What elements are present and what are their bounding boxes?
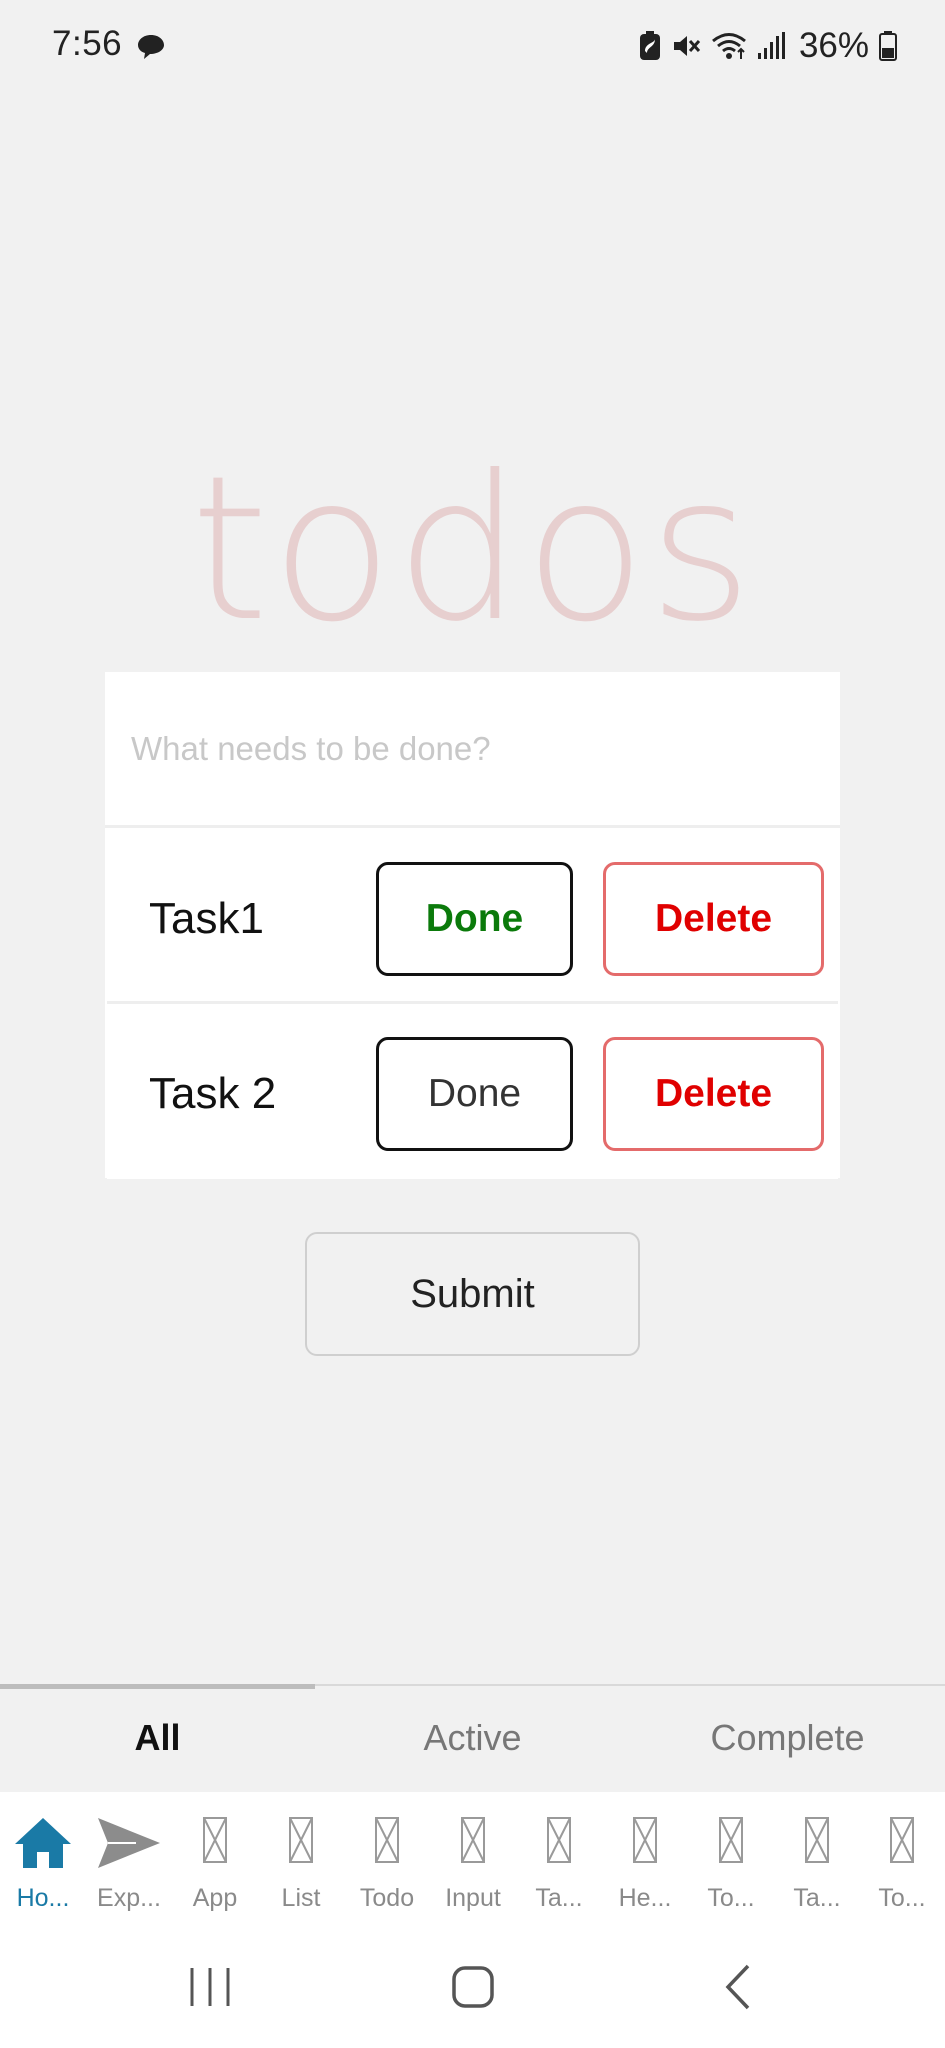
filter-tab-complete[interactable]: Complete [630,1686,945,1790]
nav-label: He... [618,1884,672,1912]
status-time: 7:56 [52,24,123,63]
missing-image-icon [460,1816,486,1869]
home-button-icon[interactable] [450,1962,496,2017]
nav-item-ta-2[interactable]: Ta... [774,1792,860,1932]
todo-label: Task 2 [149,1069,277,1118]
done-button[interactable]: Done [376,1037,573,1151]
todo-label: Task1 [149,894,264,943]
signal-icon [757,31,785,61]
nav-item-ta[interactable]: Ta... [516,1792,602,1932]
missing-image-icon [374,1816,400,1869]
missing-image-icon [288,1816,314,1869]
back-icon[interactable] [722,1962,756,2017]
filter-tab-all[interactable]: All [0,1686,315,1790]
recent-apps-icon[interactable] [188,1962,232,2017]
nav-item-home[interactable]: Ho... [0,1792,86,1932]
nav-item-to-2[interactable]: To... [859,1792,945,1932]
delete-button[interactable]: Delete [603,1037,824,1151]
nav-label: List [281,1884,321,1912]
status-bar: 7:56 36% [0,0,945,92]
home-icon [13,1816,73,1875]
status-icons: 36% [639,26,897,66]
missing-image-icon [718,1816,744,1869]
send-icon [96,1816,162,1875]
bottom-nav: Ho... Exp... App List Todo Input Ta... H… [0,1792,945,1932]
nav-label: Ta... [793,1884,841,1912]
todo-row: Task1 Done Delete [107,832,838,1004]
nav-item-list[interactable]: List [258,1792,344,1932]
filter-tab-active[interactable]: Active [315,1686,630,1790]
todo-card: Task1 Done Delete Task 2 Done Delete [105,672,840,1179]
nav-label: Ho... [16,1884,70,1912]
submit-button[interactable]: Submit [305,1232,640,1356]
battery-percent: 36% [798,26,869,65]
nav-label: To... [707,1884,755,1912]
missing-image-icon [202,1816,228,1869]
nav-item-todo[interactable]: Todo [344,1792,430,1932]
nav-label: Input [445,1884,501,1912]
nav-label: Ta... [535,1884,583,1912]
nav-label: App [192,1884,238,1912]
system-nav-bar [0,1932,945,2048]
todo-row: Task 2 Done Delete [107,1007,838,1179]
missing-image-icon [804,1816,830,1869]
nav-item-to[interactable]: To... [688,1792,774,1932]
missing-image-icon [546,1816,572,1869]
battery-icon [879,31,897,61]
done-button[interactable]: Done [376,862,573,976]
missing-image-icon [889,1816,915,1869]
wifi-icon [711,31,747,61]
nav-item-app[interactable]: App [172,1792,258,1932]
nav-label: Todo [359,1884,415,1912]
app-title: todos [190,433,755,666]
chat-bubble-icon [136,32,166,62]
battery-saver-icon [639,31,661,61]
filter-tabs: All Active Complete [0,1684,945,1790]
nav-item-he[interactable]: He... [602,1792,688,1932]
nav-label: Exp... [97,1884,161,1912]
delete-button[interactable]: Delete [603,862,824,976]
nav-label: To... [878,1884,926,1912]
nav-item-explore[interactable]: Exp... [86,1792,172,1932]
new-todo-input[interactable] [105,672,840,828]
missing-image-icon [632,1816,658,1869]
nav-item-input[interactable]: Input [430,1792,516,1932]
mute-icon [671,31,701,61]
app-screen: 7:56 36% todos Task [0,0,945,2048]
